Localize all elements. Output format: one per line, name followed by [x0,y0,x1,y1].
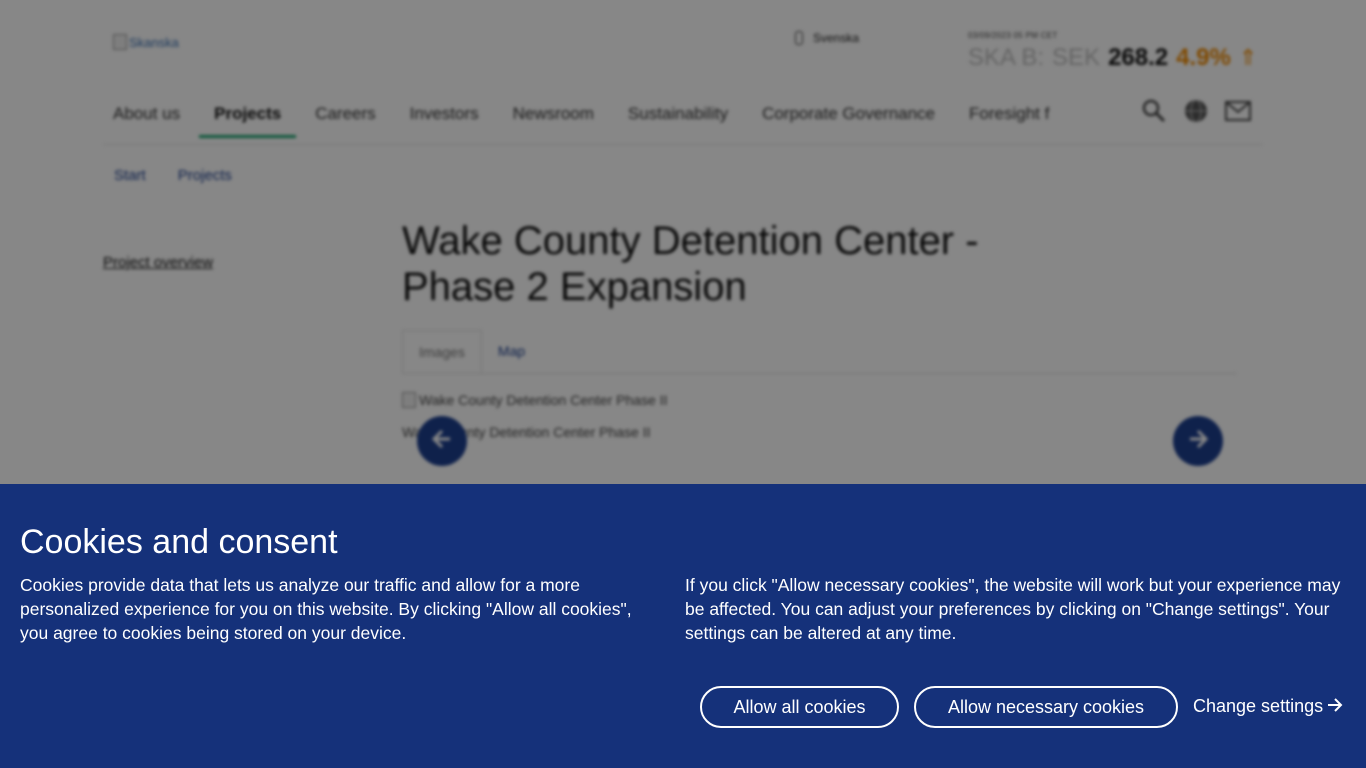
allow-all-cookies-button[interactable]: Allow all cookies [700,686,899,728]
arrow-right-icon [1327,696,1343,717]
allow-necessary-cookies-button[interactable]: Allow necessary cookies [914,686,1178,728]
change-settings-link[interactable]: Change settings [1193,696,1343,717]
cookie-description-left: Cookies provide data that lets us analyz… [20,575,632,643]
cookie-banner-title: Cookies and consent [20,523,338,561]
cookie-description-right: If you click "Allow necessary cookies", … [685,575,1341,643]
change-settings-label: Change settings [1193,696,1324,716]
cookie-banner: Cookies and consent Cookies provide data… [0,484,1366,768]
